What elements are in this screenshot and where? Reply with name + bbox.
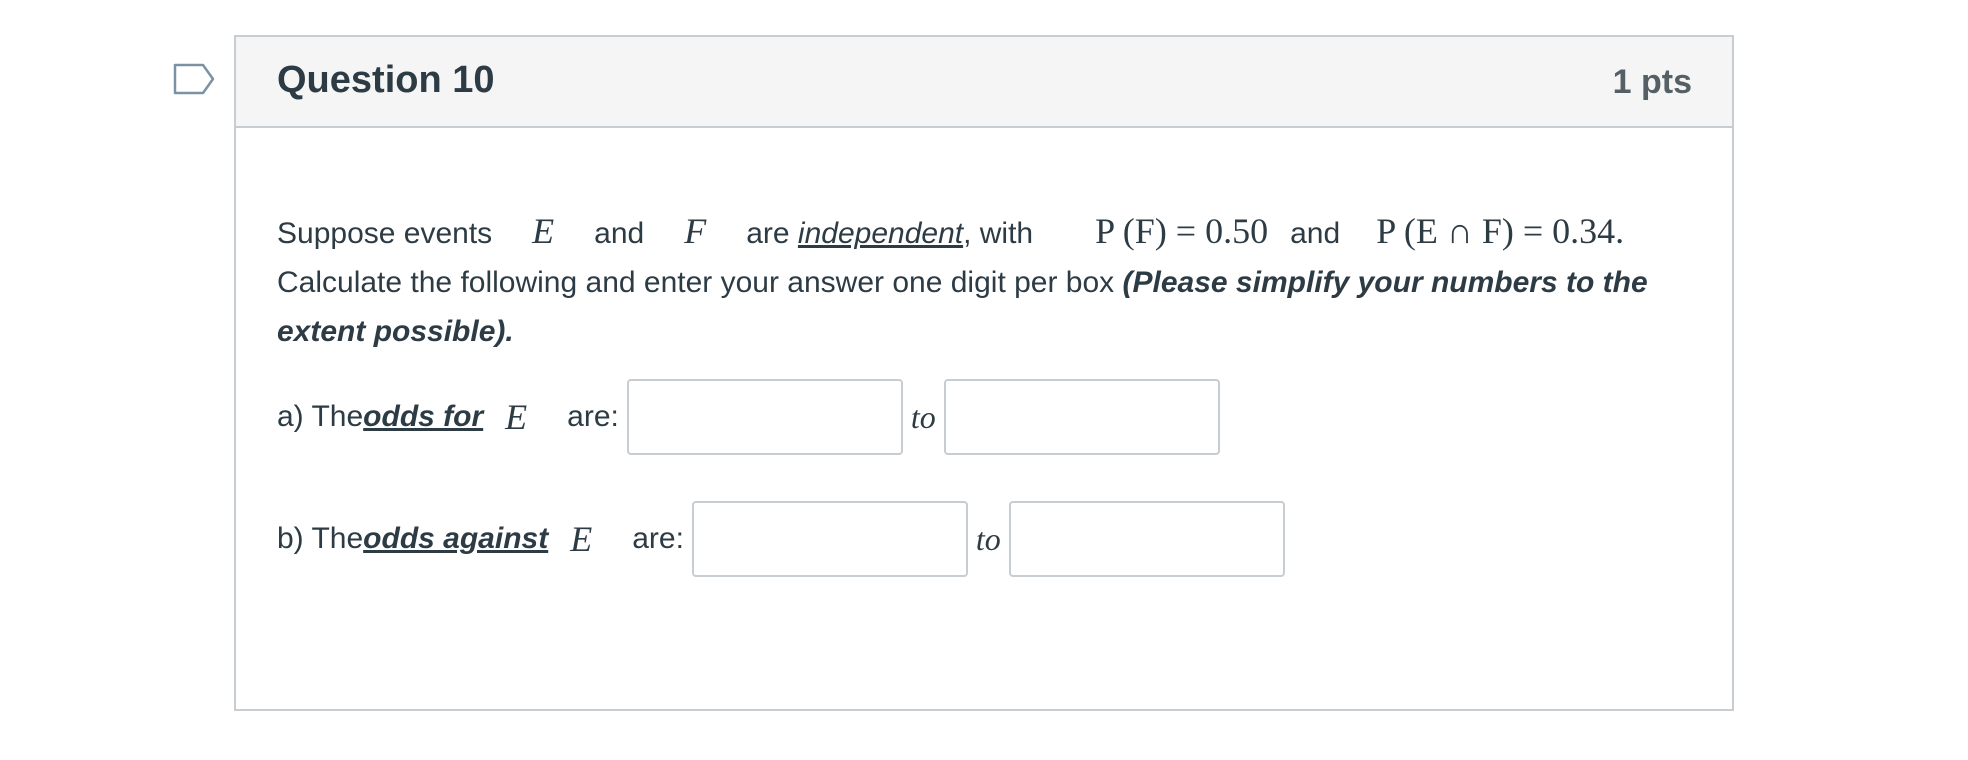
part-a-row: a) The odds for Eare: to bbox=[277, 379, 1220, 455]
part-b-input-1[interactable] bbox=[691, 501, 968, 577]
math-prob-e-and-f: P (E ∩ F) = 0.34. bbox=[1376, 211, 1625, 251]
bookmark-flag-icon[interactable] bbox=[173, 63, 215, 95]
independent-term: independent bbox=[797, 217, 964, 250]
prompt-are: are bbox=[746, 217, 798, 250]
prompt-with: , with bbox=[963, 217, 1034, 250]
prompt-intro: Suppose events bbox=[277, 217, 493, 250]
prompt-and-2: and bbox=[1290, 217, 1341, 250]
question-title: Question 10 bbox=[277, 59, 495, 101]
question-card: Question 10 1 pts Suppose events Eand Fare… bbox=[234, 35, 1734, 711]
prompt-line-1: Suppose events Eand Fare independent, with… bbox=[277, 207, 1707, 258]
part-a-input-2[interactable] bbox=[943, 379, 1220, 455]
part-b-row: b) The odds against Eare: to bbox=[277, 501, 1285, 577]
part-a-are: are: bbox=[567, 400, 619, 433]
part-b-to: to bbox=[975, 520, 1001, 557]
prompt-and: and bbox=[594, 217, 645, 250]
prompt-calculate: Calculate the following and enter your a… bbox=[277, 266, 1123, 299]
question-text: Suppose events Eand Fare independent, with… bbox=[277, 207, 1707, 356]
part-a-prefix: a) The bbox=[277, 400, 364, 433]
question-points: 1 pts bbox=[1612, 63, 1692, 101]
math-var-e: E bbox=[532, 211, 555, 251]
question-header: Question 10 1 pts bbox=[236, 37, 1732, 128]
part-b-prefix: b) The bbox=[277, 522, 364, 555]
part-b-input-2[interactable] bbox=[1008, 501, 1285, 577]
part-a-var-e: E bbox=[505, 397, 528, 437]
part-a-odds-label: odds for bbox=[363, 400, 484, 433]
part-b-var-e: E bbox=[570, 519, 593, 559]
part-b-odds-label: odds against bbox=[363, 522, 549, 555]
math-prob-f: P (F) = 0.50 bbox=[1095, 211, 1269, 251]
part-a-input-1[interactable] bbox=[626, 379, 903, 455]
prompt-line-2: Calculate the following and enter your a… bbox=[277, 258, 1707, 356]
math-var-f: F bbox=[684, 211, 707, 251]
part-a-to: to bbox=[910, 398, 936, 435]
part-b-are: are: bbox=[632, 522, 684, 555]
